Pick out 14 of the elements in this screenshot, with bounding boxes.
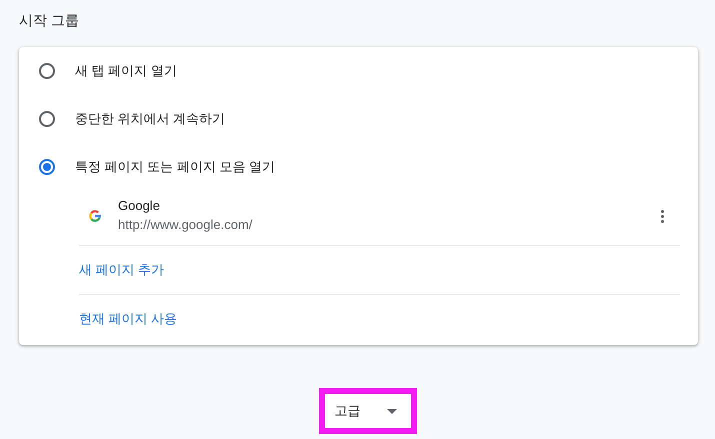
radio-button[interactable] — [39, 63, 55, 79]
section-title: 시작 그룹 — [19, 11, 80, 30]
link[interactable]: 현재 페이지 사용 — [79, 310, 178, 328]
page-url: http://www.google.com/ — [118, 216, 254, 234]
radio-button[interactable] — [39, 159, 55, 175]
advanced-button[interactable]: 고급 — [318, 388, 416, 434]
option-label: 특정 페이지 또는 페이지 모음 열기 — [75, 158, 276, 176]
radio-button[interactable] — [39, 111, 55, 127]
option-label: 중단한 위치에서 계속하기 — [75, 110, 226, 128]
google-g-icon — [87, 208, 103, 224]
option-label: 새 탭 페이지 열기 — [75, 62, 177, 80]
caret-icon — [386, 408, 396, 414]
link[interactable]: 새 페이지 추가 — [79, 261, 164, 279]
page-title: Google — [118, 197, 161, 215]
